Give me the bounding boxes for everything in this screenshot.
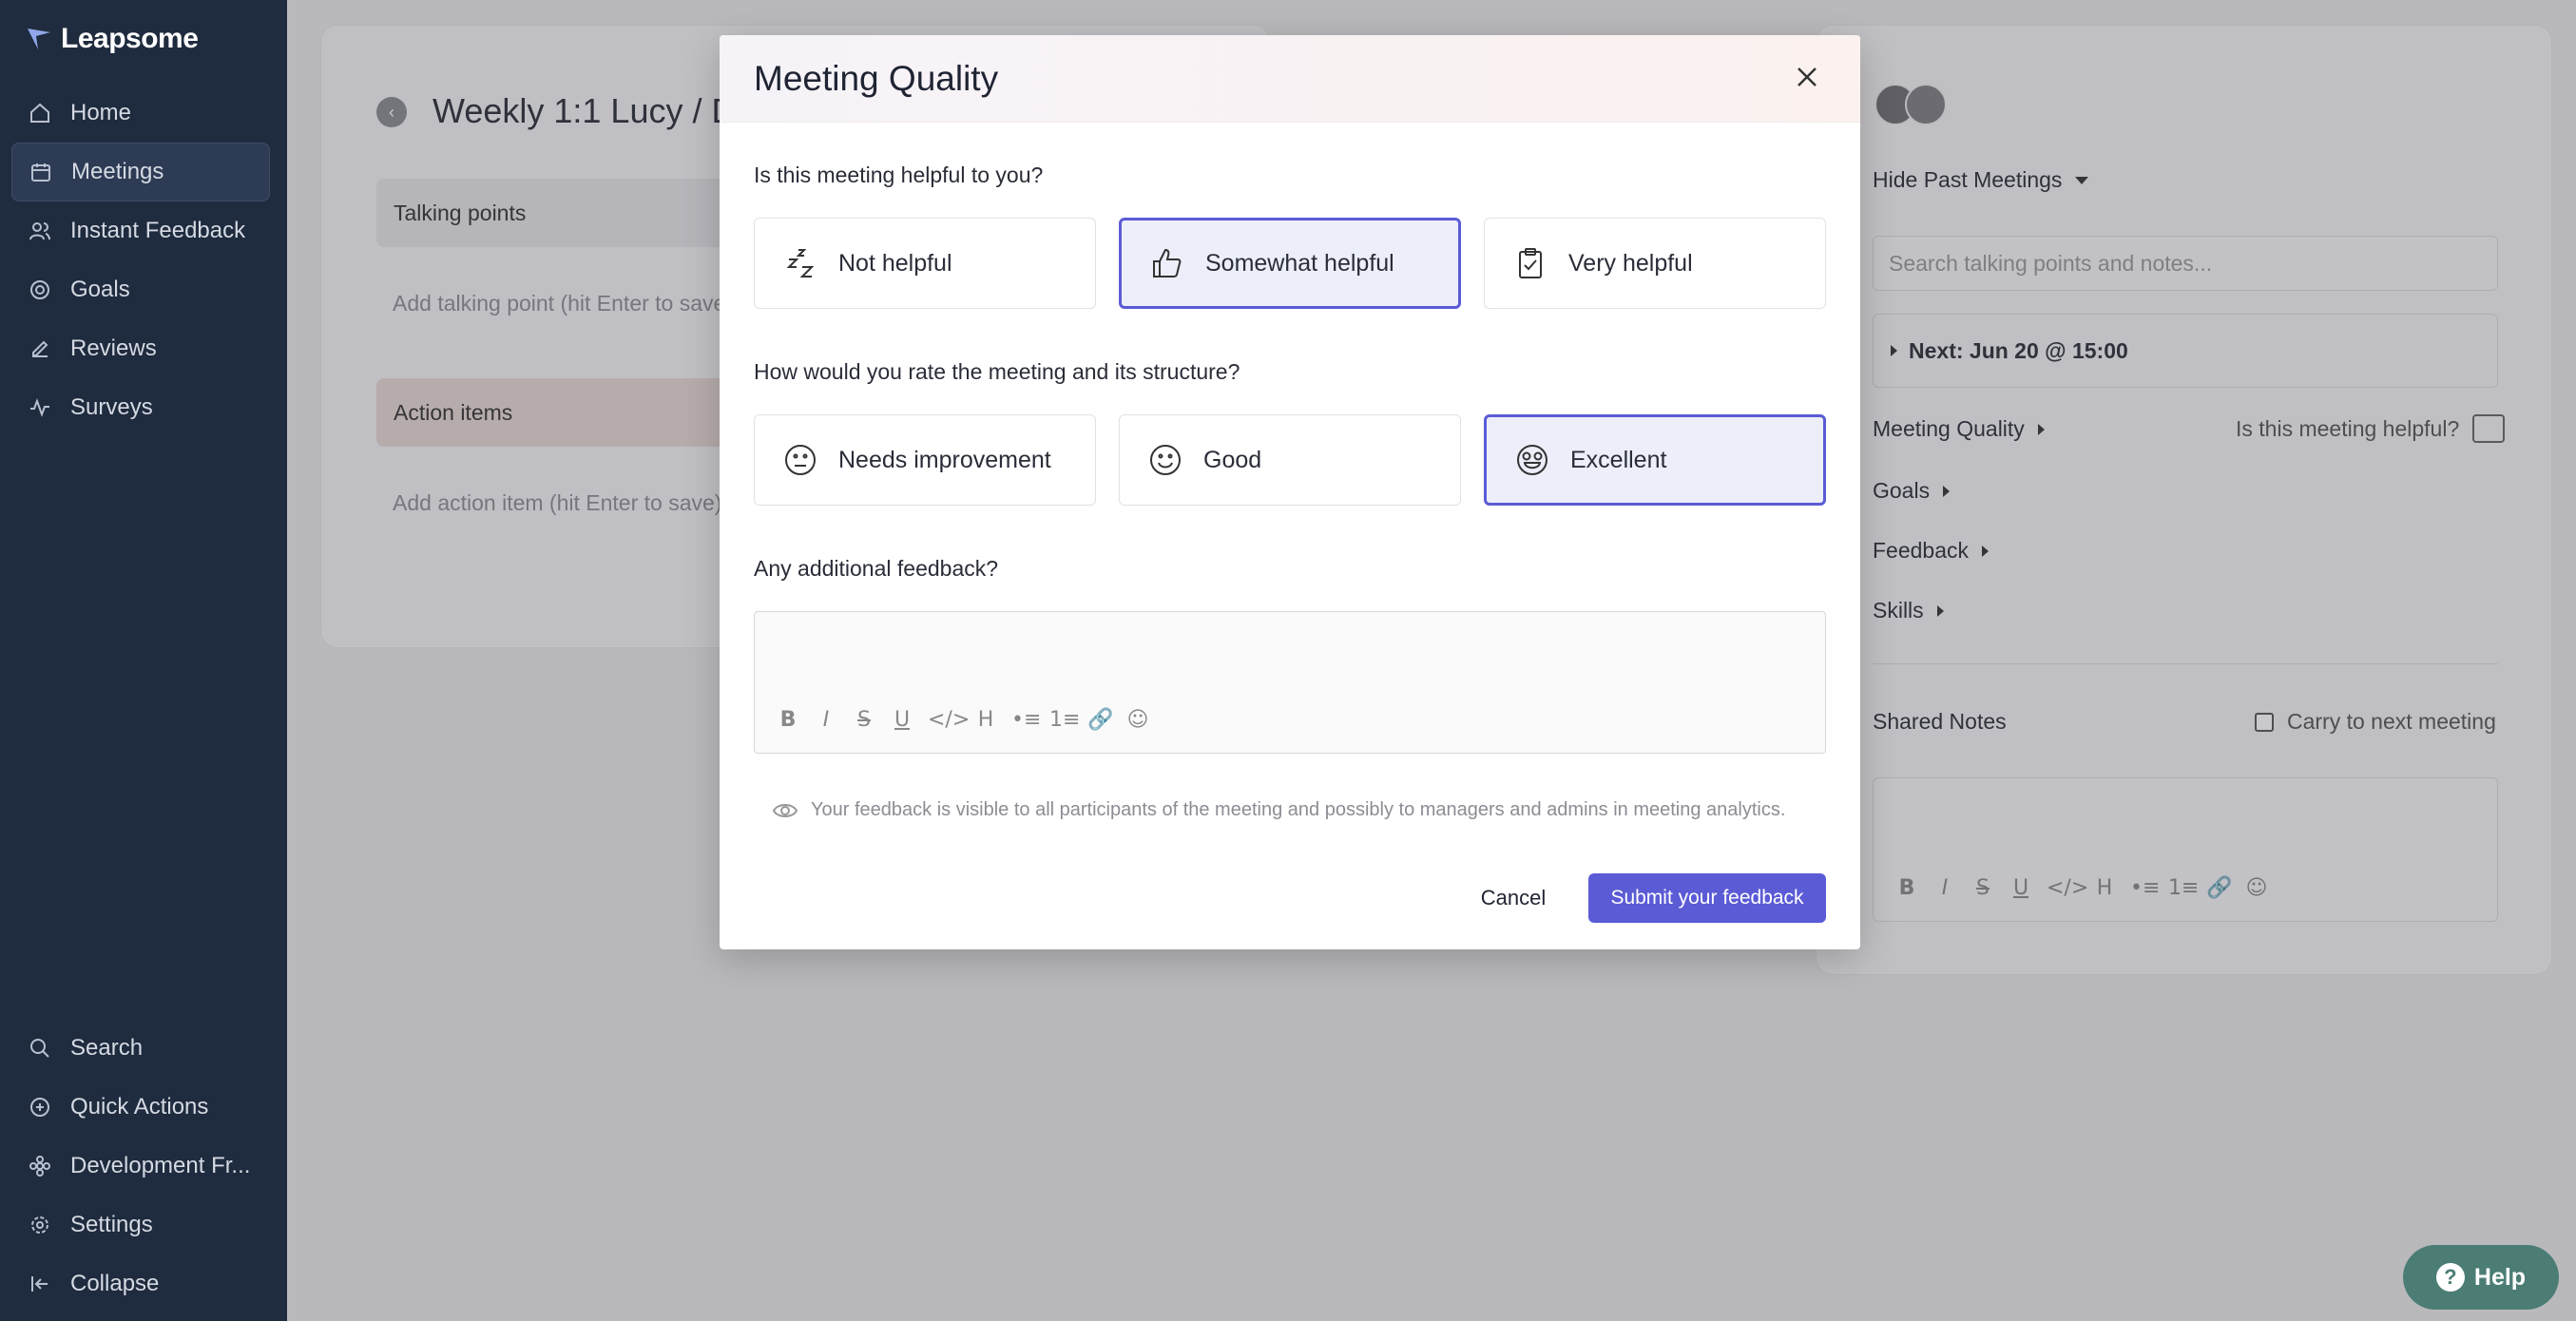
help-button[interactable]: ? Help [2403,1245,2559,1310]
sidebar-item-development-framework[interactable]: Development Fr... [11,1137,270,1196]
calendar-icon [31,163,50,182]
eye-icon [773,803,798,817]
bullet-list-button[interactable]: •≡ [1011,708,1041,732]
flower-icon [29,1156,50,1177]
meeting-quality-modal: Meeting Quality Is this meeting helpful … [720,35,1860,949]
option-very-helpful[interactable]: Very helpful [1484,218,1826,309]
link-button[interactable]: 🔗 [1087,708,1113,732]
option-somewhat-helpful[interactable]: Somewhat helpful [1119,218,1461,309]
heading-button[interactable]: H [973,708,998,732]
sidebar-item-label: Instant Feedback [70,218,246,243]
sidebar-item-label: Search [70,1035,144,1061]
sidebar-item-goals[interactable]: Goals [11,260,270,319]
emoji-button[interactable]: ☺ [1125,708,1150,732]
italic-button[interactable]: I [814,708,838,732]
option-good[interactable]: Good [1119,414,1461,506]
modal-header: Meeting Quality [720,35,1860,123]
zzz-icon [786,249,815,278]
option-label: Needs improvement [838,446,1051,473]
question-rate-structure: How would you rate the meeting and its s… [754,359,1240,384]
bold-button[interactable]: B [776,708,800,732]
strikethrough-button[interactable]: S [852,708,876,732]
submit-feedback-button[interactable]: Submit your feedback [1588,873,1826,923]
smile-face-icon [1150,445,1181,475]
close-button[interactable] [1792,62,1822,92]
option-label: Excellent [1570,446,1667,473]
clipboard-check-icon [1519,248,1542,278]
option-label: Very helpful [1568,249,1693,277]
option-label: Not helpful [838,249,952,277]
sidebar-item-reviews[interactable]: Reviews [11,319,270,378]
sidebar: Leapsome Home Meetings Instant Feedback … [0,0,287,1321]
target-icon [30,280,49,299]
gear-icon [31,1216,48,1234]
thumbs-up-icon [1153,248,1182,278]
underline-button[interactable]: U [890,708,914,732]
pulse-icon [30,398,49,417]
sidebar-item-search[interactable]: Search [11,1019,270,1078]
additional-feedback-editor[interactable]: B I S U </> H •≡ 1≡ 🔗 ☺ [754,611,1826,754]
visibility-note-text: Your feedback is visible to all particip… [811,799,1786,820]
sidebar-item-collapse[interactable]: Collapse [11,1254,270,1313]
option-label: Good [1203,446,1262,473]
sidebar-item-surveys[interactable]: Surveys [11,378,270,437]
neutral-face-icon [785,445,816,475]
plus-circle-icon [30,1098,49,1117]
cancel-button[interactable]: Cancel [1471,873,1556,923]
sidebar-item-label: Settings [70,1212,153,1237]
modal-title: Meeting Quality [754,58,999,98]
option-needs-improvement[interactable]: Needs improvement [754,414,1096,506]
question-icon: ? [2435,1263,2465,1292]
leapsome-logo[interactable]: Leapsome [25,23,199,55]
sidebar-item-label: Reviews [70,335,157,361]
numbered-list-button[interactable]: 1≡ [1049,708,1080,732]
close-icon [1797,67,1817,86]
sidebar-item-instant-feedback[interactable]: Instant Feedback [11,201,270,260]
sidebar-item-quick-actions[interactable]: Quick Actions [11,1078,270,1137]
sidebar-item-label: Meetings [71,159,164,184]
collapse-icon [31,1276,48,1292]
users-icon [29,222,50,240]
sidebar-nav-bottom: Search Quick Actions Development Fr... S… [11,1019,270,1313]
helpful-options: Not helpful Somewhat helpful Very helpfu… [754,218,1826,309]
sidebar-item-label: Surveys [70,394,153,420]
option-not-helpful[interactable]: Not helpful [754,218,1096,309]
sidebar-item-settings[interactable]: Settings [11,1196,270,1254]
question-additional-feedback: Any additional feedback? [754,556,999,581]
sidebar-item-label: Goals [70,277,130,302]
rating-options: Needs improvement Good Excellent [754,414,1826,506]
home-icon [30,103,49,123]
pencil-icon [32,340,48,357]
sidebar-item-label: Development Fr... [70,1153,251,1178]
sidebar-item-label: Collapse [70,1271,160,1296]
sidebar-nav-top: Home Meetings Instant Feedback Goals Rev… [11,84,270,437]
question-helpful: Is this meeting helpful to you? [754,163,1044,187]
leapsome-logo-icon [28,29,50,49]
editor-toolbar: B I S U </> H •≡ 1≡ 🔗 ☺ [776,708,1150,732]
help-label: Help [2473,1263,2527,1291]
visibility-note: Your feedback is visible to all particip… [773,799,1785,821]
sidebar-item-meetings[interactable]: Meetings [11,143,270,201]
option-excellent[interactable]: Excellent [1484,414,1826,506]
search-icon [30,1039,49,1058]
sidebar-item-label: Quick Actions [70,1094,209,1120]
sidebar-item-label: Home [70,100,132,125]
sidebar-item-home[interactable]: Home [11,84,270,143]
option-label: Somewhat helpful [1205,249,1394,277]
logo-text: Leapsome [61,23,199,54]
code-button[interactable]: </> [928,708,970,732]
star-eyes-face-icon [1517,445,1548,475]
